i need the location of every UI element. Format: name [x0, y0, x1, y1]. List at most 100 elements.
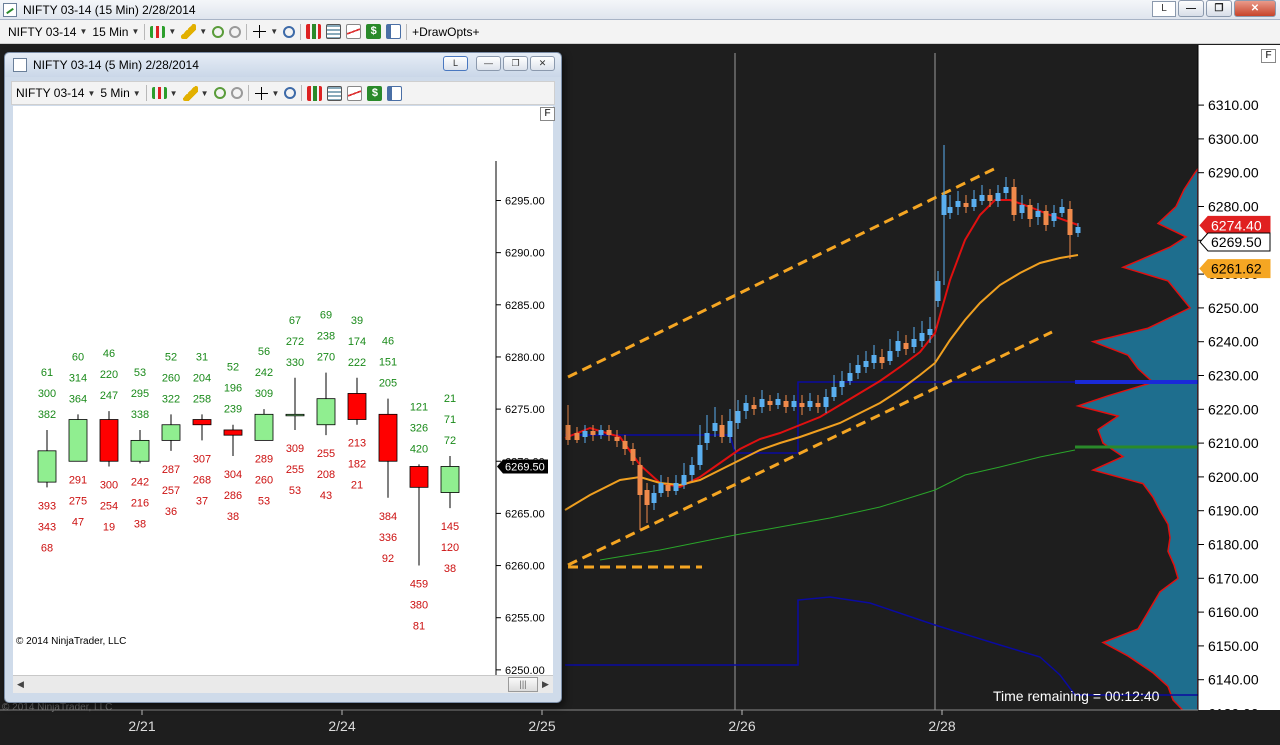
link-button[interactable]: L: [1152, 1, 1176, 17]
indicators-icon[interactable]: [307, 85, 323, 101]
sub-candle-body: [37, 450, 57, 483]
minimize-button[interactable]: —: [1178, 0, 1204, 17]
sell-volume-label: 120: [441, 542, 459, 554]
crosshair-button[interactable]: ▼: [252, 24, 278, 39]
date-tick-label: 2/21: [128, 718, 155, 734]
stay-in-draw-mode-icon[interactable]: [230, 87, 243, 99]
sell-volume-label: 289: [255, 453, 273, 465]
interval-selector[interactable]: 15 Min ▼: [92, 25, 139, 39]
sub-candle-body: [68, 419, 88, 462]
main-candle-body: [1043, 211, 1049, 225]
sub-candle-body: [161, 424, 181, 441]
price-tick-label: 6160.00: [1208, 604, 1259, 620]
sub-candle-body: [254, 413, 274, 441]
close-button[interactable]: ✕: [1234, 0, 1276, 17]
dollar-icon[interactable]: [367, 85, 383, 101]
main-candle-body: [1059, 207, 1065, 213]
strategies-icon[interactable]: [327, 85, 343, 101]
draw-opts-button[interactable]: +DrawOpts+: [412, 25, 479, 39]
date-tick-label: 2/25: [528, 718, 555, 734]
sell-volume-label: 384: [379, 511, 397, 523]
sub-chart-window-5min[interactable]: NIFTY 03-14 (5 Min) 2/28/2014 L — ❐ ✕ NI…: [4, 52, 562, 703]
buy-volume-label: 52: [165, 351, 177, 363]
instrument-selector[interactable]: NIFTY 03-14 ▼: [8, 25, 87, 39]
snap-mode-icon[interactable]: [213, 87, 226, 99]
sell-volume-label: 208: [317, 469, 335, 481]
restore-button[interactable]: ❐: [1206, 0, 1232, 17]
restore-button[interactable]: ❐: [503, 56, 528, 71]
toolbar-divider: [300, 23, 302, 40]
main-candle-body: [606, 430, 612, 435]
main-candle-body: [775, 399, 781, 405]
buy-volume-label: 39: [351, 315, 363, 327]
buy-volume-label: 258: [193, 393, 211, 405]
sub-chart-f-button[interactable]: F: [540, 107, 555, 121]
sub-price-tick-label: 6275.00: [505, 404, 545, 416]
candlestick-icon: [150, 25, 166, 38]
chevron-down-icon: ▼: [79, 27, 88, 36]
sell-volume-label: 38: [444, 563, 456, 575]
link-button[interactable]: L: [443, 56, 468, 71]
scroll-left-icon[interactable]: ◀: [13, 677, 28, 692]
chevron-down-icon: ▼: [168, 27, 177, 36]
buy-volume-label: 46: [103, 348, 115, 360]
sell-volume-label: 38: [134, 518, 146, 530]
sub-price-tick-label: 6285.00: [505, 300, 545, 312]
main-candle-body: [887, 351, 893, 361]
chart-trader-icon[interactable]: [347, 85, 363, 101]
zoom-icon[interactable]: [283, 25, 296, 38]
sub-window-title-bar[interactable]: NIFTY 03-14 (5 Min) 2/28/2014 L — ❐ ✕: [5, 53, 561, 77]
chart-style-button[interactable]: ▼: [150, 25, 177, 38]
sell-volume-label: 309: [286, 443, 304, 455]
drawing-tools-button[interactable]: ▼: [181, 24, 207, 39]
price-tick-label: 6140.00: [1208, 672, 1259, 688]
sell-volume-label: 213: [348, 438, 366, 450]
main-candle-body: [565, 425, 571, 440]
minimize-button[interactable]: —: [476, 56, 501, 71]
chart-style-button[interactable]: ▼: [151, 87, 178, 99]
drawing-tools-button[interactable]: ▼: [182, 85, 209, 101]
scroll-right-icon[interactable]: ▶: [538, 677, 553, 692]
sub-window-controls: L — ❐ ✕: [443, 56, 555, 71]
zoom-icon[interactable]: [284, 87, 297, 99]
main-candle-body: [815, 403, 821, 407]
scrollbar-thumb[interactable]: |||: [508, 677, 538, 692]
toolbar-divider: [246, 23, 248, 40]
main-title-bar[interactable]: NIFTY 03-14 (15 Min) 2/28/2014 L — ❐ ✕: [0, 0, 1280, 20]
sell-volume-label: 459: [410, 579, 428, 591]
sell-volume-label: 68: [41, 542, 53, 554]
properties-icon[interactable]: [386, 24, 402, 39]
sell-volume-label: 260: [255, 474, 273, 486]
crosshair-icon: [252, 24, 267, 39]
buy-volume-label: 326: [410, 422, 428, 434]
dollar-icon[interactable]: [366, 24, 382, 39]
main-chart-f-button[interactable]: F: [1261, 49, 1276, 63]
sell-volume-label: 255: [286, 464, 304, 476]
main-candle-body: [727, 421, 733, 437]
strategies-icon[interactable]: [326, 24, 342, 39]
main-candle-body: [582, 431, 588, 437]
interval-selector[interactable]: 5 Min ▼: [100, 86, 140, 100]
main-candle-body: [823, 397, 829, 407]
price-tick-label: 6200.00: [1208, 469, 1259, 485]
indicators-icon[interactable]: [306, 24, 322, 39]
crosshair-button[interactable]: ▼: [254, 86, 279, 101]
properties-icon[interactable]: [387, 85, 403, 101]
main-candle-body: [895, 341, 901, 351]
main-candle-body: [911, 339, 917, 347]
horizontal-scrollbar[interactable]: ◀ ||| ▶: [13, 675, 553, 693]
main-candle-body: [1035, 211, 1041, 217]
main-candle-body: [1067, 209, 1073, 235]
sell-volume-label: 255: [317, 448, 335, 460]
instrument-selector[interactable]: NIFTY 03-14 ▼: [16, 86, 95, 100]
buy-volume-label: 205: [379, 378, 397, 390]
chart-trader-icon[interactable]: [346, 24, 362, 39]
toolbar-divider: [406, 23, 408, 40]
close-button[interactable]: ✕: [530, 56, 555, 71]
sub-price-tick-label: 6295.00: [505, 196, 545, 208]
stay-in-draw-mode-icon[interactable]: [229, 25, 242, 38]
sub-chart-5min[interactable]: 61 300 382 393 343 68 60 314 364 291 275 47 46 220 247…: [13, 106, 553, 675]
snap-mode-icon[interactable]: [212, 25, 225, 38]
sell-volume-label: 81: [413, 621, 425, 633]
sell-volume-label: 307: [193, 453, 211, 465]
